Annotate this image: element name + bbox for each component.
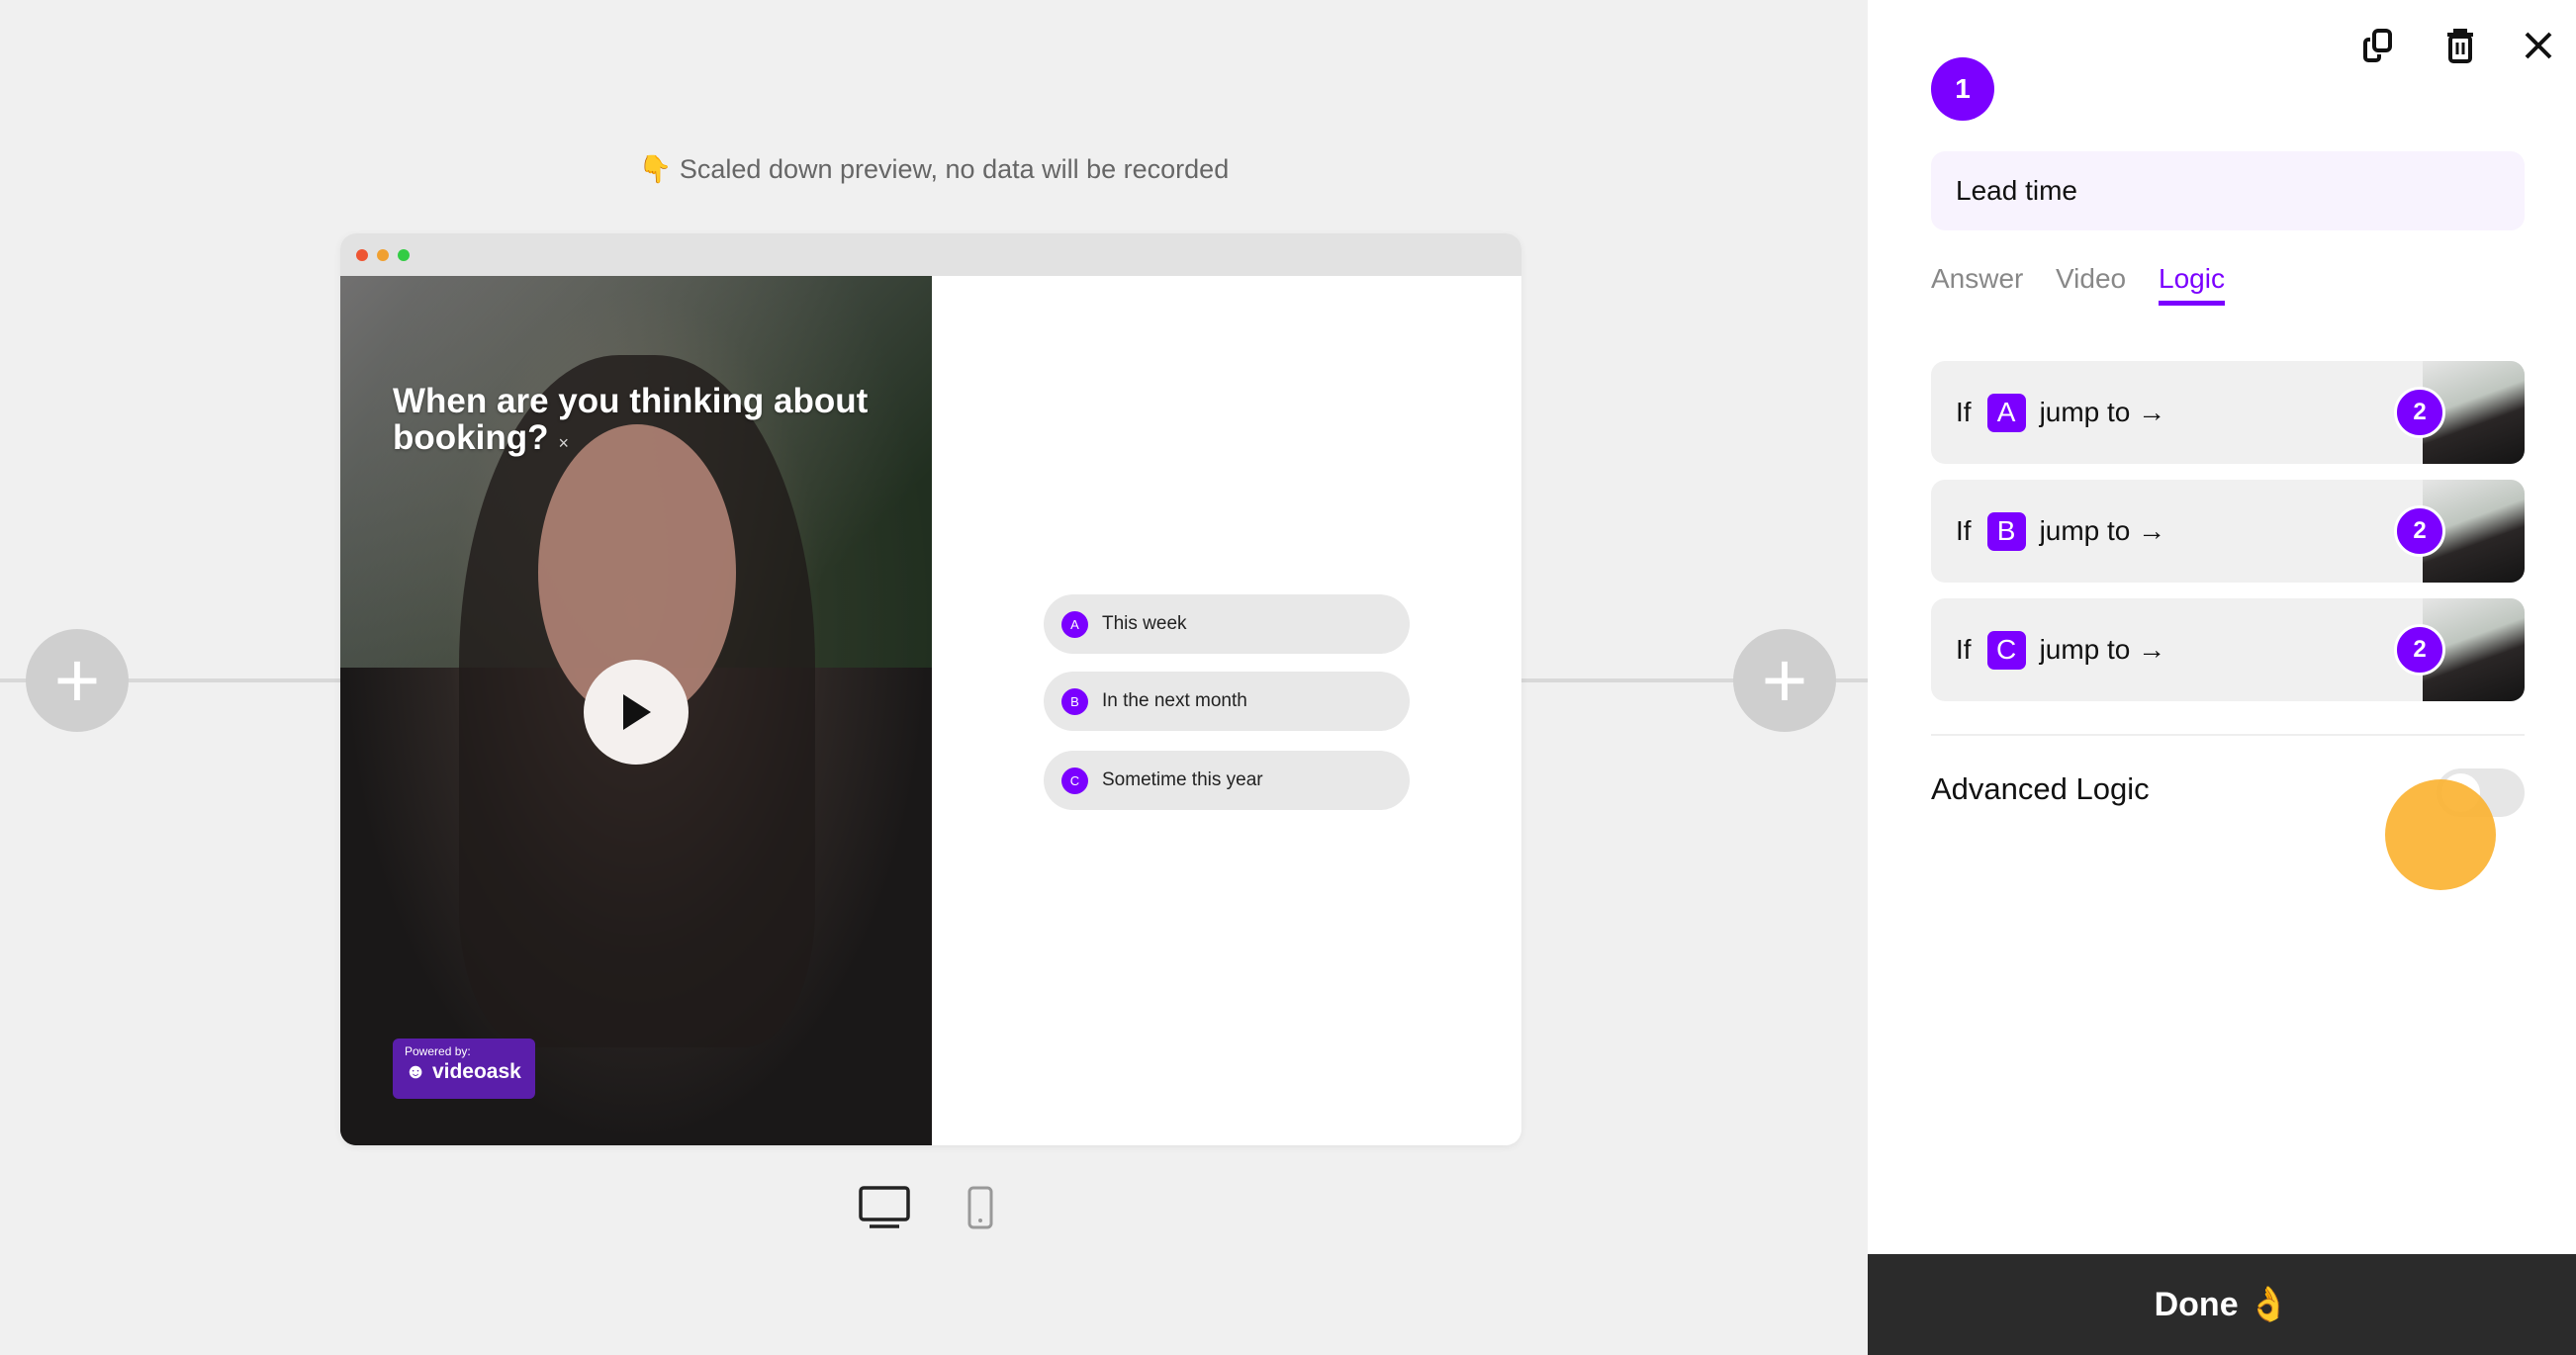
target-step-badge: 2 — [2394, 387, 2445, 438]
option-letter: B — [1061, 687, 1088, 715]
delete-button[interactable] — [2438, 24, 2482, 67]
close-panel-button[interactable] — [2517, 24, 2560, 67]
window-dot-yellow — [377, 248, 389, 261]
logic-row-b[interactable]: If Bjump to → 2 — [1931, 480, 2525, 583]
if-label: If — [1956, 515, 1972, 546]
target-step-badge: 2 — [2394, 624, 2445, 676]
tab-answer[interactable]: Answer — [1931, 263, 2023, 295]
tab-logic[interactable]: Logic — [2159, 263, 2225, 306]
mobile-view-icon[interactable] — [966, 1185, 994, 1230]
question-text: When are you thinking about booking? × — [393, 383, 907, 462]
videoask-logo-icon: ☻ — [405, 1060, 432, 1083]
option-label: This week — [1102, 613, 1187, 634]
window-dot-red — [356, 248, 368, 261]
tab-video[interactable]: Video — [2056, 263, 2126, 295]
option-b[interactable]: B In the next month — [1044, 672, 1410, 731]
step-number-badge: 1 — [1931, 57, 1994, 121]
add-step-before-button[interactable]: + — [26, 629, 129, 732]
preview-notice: 👇 Scaled down preview, no data will be r… — [638, 154, 1230, 184]
add-step-after-button[interactable]: + — [1733, 629, 1836, 732]
close-icon — [2525, 32, 2552, 59]
logic-row-a[interactable]: If Ajump to → 2 — [1931, 361, 2525, 464]
option-letter: C — [1986, 630, 2026, 670]
option-label: Sometime this year — [1102, 769, 1263, 790]
option-letter: A — [1061, 610, 1088, 638]
option-letter: B — [1986, 511, 2026, 551]
divider — [1931, 734, 2525, 736]
option-letter: C — [1061, 767, 1088, 794]
target-step-badge: 2 — [2394, 505, 2445, 557]
jump-to-label: jump to → — [2039, 634, 2166, 665]
powered-by-badge[interactable]: Powered by: ☻ videoask — [393, 1039, 535, 1099]
step-settings-panel: 1 Answer Video Logic If Ajump to → 2 If Bju… — [1868, 0, 2576, 1355]
window-titlebar — [340, 233, 1521, 276]
powered-by-label: Powered by: — [405, 1044, 471, 1058]
jump-to-label: jump to → — [2039, 515, 2166, 546]
advanced-logic-label: Advanced Logic — [1931, 771, 2150, 806]
if-label: If — [1956, 397, 1972, 427]
video-preview[interactable]: When are you thinking about booking? × Po… — [340, 276, 932, 1145]
play-icon — [623, 694, 651, 730]
option-a[interactable]: A This week — [1044, 594, 1410, 654]
preview-window: When are you thinking about booking? × Po… — [340, 233, 1521, 1145]
desktop-view-icon[interactable] — [858, 1185, 911, 1230]
done-button[interactable]: Done 👌 — [1868, 1254, 2576, 1355]
brand-name: videoask — [431, 1060, 521, 1083]
close-icon[interactable]: × — [558, 433, 569, 453]
copy-icon — [2363, 29, 2392, 62]
if-label: If — [1956, 634, 1972, 665]
option-label: In the next month — [1102, 690, 1247, 711]
step-title-input[interactable] — [1931, 151, 2525, 230]
duplicate-button[interactable] — [2356, 24, 2400, 67]
jump-to-label: jump to → — [2039, 397, 2166, 427]
trash-icon — [2447, 29, 2473, 63]
option-letter: A — [1986, 393, 2026, 432]
cursor-highlight — [2385, 779, 2496, 890]
option-c[interactable]: C Sometime this year — [1044, 751, 1410, 810]
logic-row-c[interactable]: If Cjump to → 2 — [1931, 598, 2525, 701]
window-dot-green — [398, 248, 410, 261]
question-label: When are you thinking about booking? — [393, 382, 869, 457]
play-button[interactable] — [584, 660, 689, 765]
